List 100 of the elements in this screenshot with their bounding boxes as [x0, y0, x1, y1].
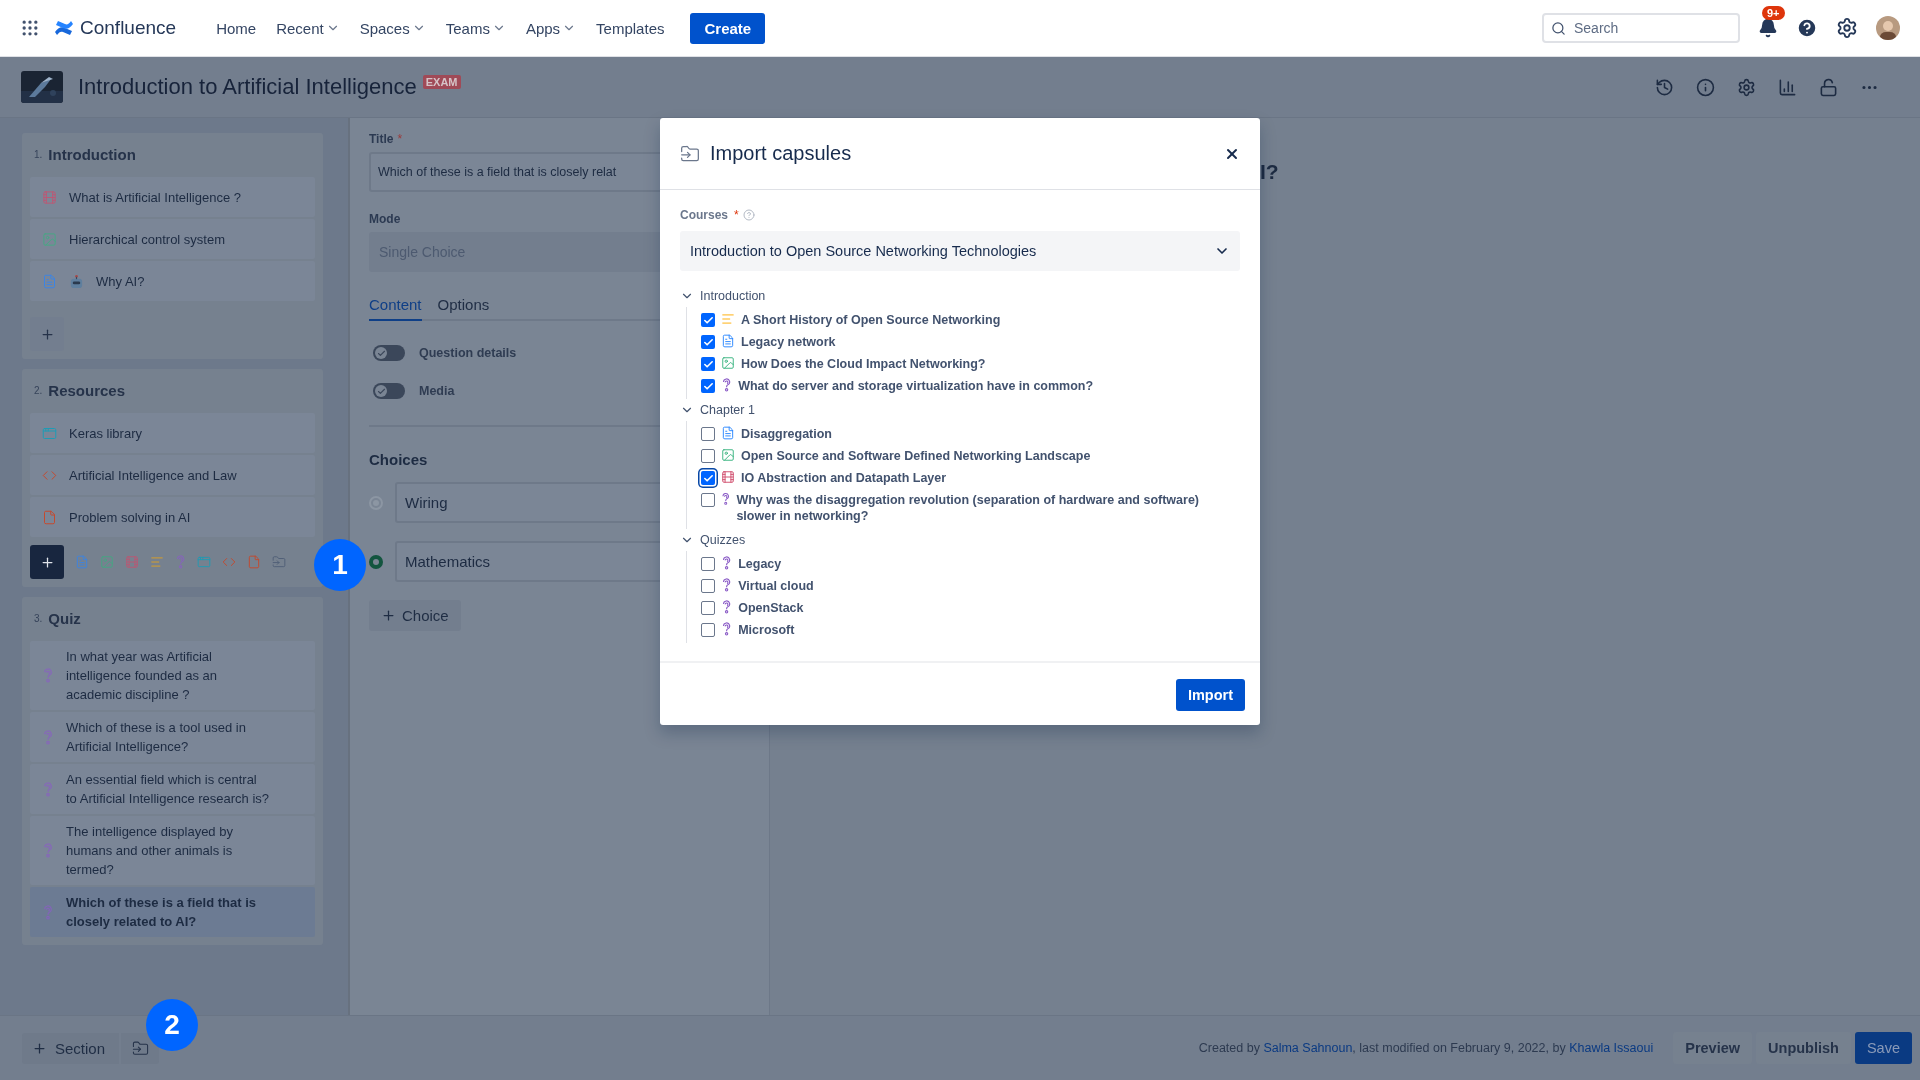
check-icon	[376, 348, 386, 358]
folder-icon	[680, 143, 700, 164]
question-mark-icon	[42, 904, 54, 920]
user-avatar[interactable]	[1876, 16, 1900, 40]
item-title: Artificial Intelligence and Law	[69, 466, 237, 485]
capsule-label: Legacy network	[741, 334, 836, 350]
document-icon	[42, 273, 57, 289]
image-icon	[42, 231, 57, 247]
history-icon[interactable]	[1655, 77, 1674, 97]
search-icon	[1551, 21, 1566, 36]
document-icon	[75, 555, 89, 569]
bar-chart-icon[interactable]	[1778, 77, 1797, 97]
nav-menu-item[interactable]: Recent	[266, 13, 350, 43]
item-title: Problem solving in AI	[69, 508, 191, 527]
film-icon	[42, 189, 57, 205]
checkbox[interactable]	[701, 557, 715, 571]
outline-item[interactable]: In what year was Artificial intelligence founded as an academic discipline ?	[30, 641, 315, 710]
create-button[interactable]: Create	[690, 12, 766, 44]
checkbox[interactable]	[701, 601, 715, 615]
nav-menu-item[interactable]: Apps	[515, 13, 587, 43]
add-section-button[interactable]: Section	[22, 1032, 120, 1064]
checkbox[interactable]	[701, 313, 715, 327]
capsule-label: Disaggregation	[741, 426, 832, 442]
tab[interactable]: Options	[437, 294, 490, 321]
outline-item[interactable]: Artificial Intelligence and Law	[30, 455, 315, 495]
tree-group[interactable]: Chapter 1	[680, 399, 755, 421]
item-title: Which of these is a field that is closely related to AI?	[66, 894, 257, 931]
help-button[interactable]	[1796, 17, 1818, 39]
file-icon	[247, 555, 262, 569]
checkbox[interactable]	[701, 623, 715, 637]
item-title: Hierarchical control system	[69, 230, 226, 249]
notifications-button[interactable]	[1758, 18, 1778, 38]
tab[interactable]: Content	[369, 294, 422, 321]
section-title: Resources	[48, 381, 126, 399]
import-button[interactable]: Import	[1175, 679, 1245, 711]
text-lines-icon	[150, 555, 164, 569]
info-icon[interactable]	[1696, 77, 1715, 97]
section-title: Quiz	[48, 609, 81, 627]
question-mark-icon	[721, 622, 733, 636]
toggle-switch[interactable]	[373, 345, 405, 361]
outline-item[interactable]: Which of these is a tool used in Artificial Intelligence?	[30, 712, 315, 762]
checkbox[interactable]	[701, 427, 715, 441]
film-icon	[721, 470, 735, 484]
capsule-label: What do server and storage virtualization have in common?	[738, 378, 1094, 394]
settings-icon[interactable]	[1737, 77, 1756, 97]
toggle-switch[interactable]	[373, 383, 405, 399]
search-field[interactable]: Search	[1542, 13, 1740, 43]
outline-item[interactable]: Problem solving in AI	[30, 497, 315, 537]
plus-icon	[39, 554, 55, 570]
question-mark-icon	[175, 555, 187, 569]
nav-menu-item[interactable]: Spaces	[349, 13, 436, 43]
checkbox[interactable]	[701, 493, 715, 507]
item-title: Why AI?	[96, 272, 145, 291]
unlocked-padlock-icon[interactable]	[1819, 77, 1838, 97]
outline-item[interactable]: Which of these is a field that is closely related to AI?	[30, 887, 315, 937]
page-meta-text: Created by Salma Sahnoun, last modified on February 9, 2022, by Khawla Issaoui	[1198, 1041, 1654, 1055]
outline-item[interactable]: The intelligence displayed by humans and other animals is termed?	[30, 816, 315, 885]
outline-item[interactable]: Hierarchical control system	[30, 219, 315, 259]
checkbox[interactable]	[701, 471, 715, 485]
checkbox[interactable]	[701, 357, 715, 371]
capsule-label: Microsoft	[738, 622, 795, 638]
add-choice-button[interactable]: Choice	[369, 600, 461, 631]
outline-item[interactable]: Why AI?	[30, 261, 315, 301]
capsule-label: How Does the Cloud Impact Networking?	[741, 356, 986, 372]
toggle-label: Question details	[419, 346, 517, 360]
outline-item[interactable]: Keras library	[30, 413, 315, 453]
course-select[interactable]: Introduction to Open Source Networking Technologies	[680, 231, 1240, 271]
item-title: In what year was Artificial intelligence founded as an academic discipline ?	[66, 648, 219, 704]
folder-icon	[131, 1039, 149, 1057]
section-number: 3.	[34, 612, 43, 624]
outline-item[interactable]: An essential field which is central to Artificial Intelligence research is?	[30, 764, 315, 814]
question-mark-icon	[42, 843, 54, 858]
author-link[interactable]: Khawla Issaoui	[1569, 1041, 1654, 1055]
save-button[interactable]: Save	[1854, 1032, 1912, 1064]
section-title: Introduction	[48, 145, 136, 163]
app-switcher-icon[interactable]	[20, 18, 40, 38]
add-item-button[interactable]	[30, 545, 64, 579]
nav-menu-item[interactable]: Templates	[586, 13, 675, 43]
choices-heading: Choices	[369, 451, 428, 468]
tree-group[interactable]: Introduction	[680, 285, 766, 307]
plus-icon	[39, 326, 55, 342]
text-lines-icon	[721, 312, 735, 326]
checkbox[interactable]	[701, 579, 715, 593]
checkbox[interactable]	[701, 335, 715, 349]
capsule-label: Open Source and Software Defined Networking Landscape	[741, 448, 1091, 464]
outline-item[interactable]: What is Artificial Intelligence ?	[30, 177, 315, 217]
code-icon	[222, 555, 237, 569]
image-icon	[721, 356, 735, 370]
toggle-label: Media	[419, 384, 455, 398]
plus-icon	[32, 1040, 47, 1056]
file-icon	[42, 509, 57, 525]
help-icon	[742, 209, 755, 221]
checkbox[interactable]	[701, 449, 715, 463]
radio-button[interactable]	[369, 554, 383, 569]
settings-button[interactable]	[1836, 17, 1858, 39]
question-heading: I?	[1260, 160, 1279, 183]
nav-menu-item[interactable]: Teams	[435, 13, 516, 43]
nav-menu-item[interactable]: Home	[206, 13, 267, 43]
checkbox[interactable]	[701, 379, 715, 393]
import-button[interactable]	[121, 1032, 160, 1064]
